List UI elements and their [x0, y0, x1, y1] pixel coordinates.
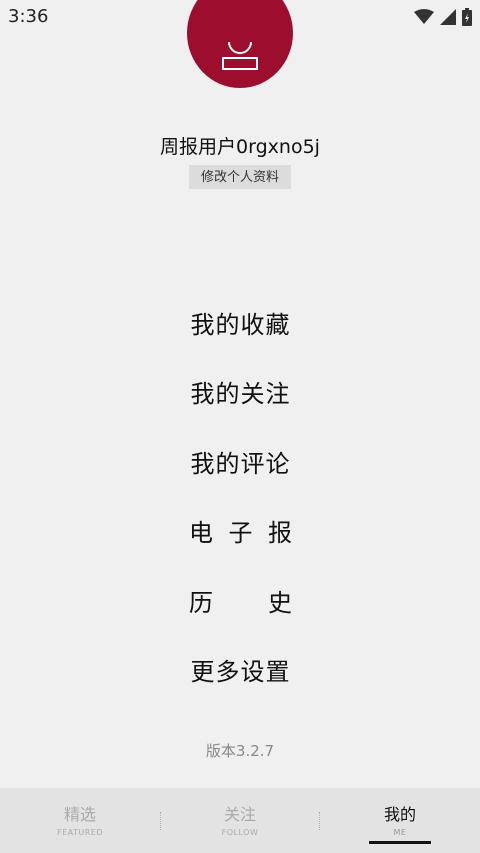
menu-char: 史: [268, 588, 292, 617]
version-text: 版本3.2.7: [205, 742, 275, 760]
menu-item-comments[interactable]: 我的评论: [189, 441, 292, 481]
status-time: 3:36: [8, 6, 49, 27]
avatar[interactable]: [187, 0, 293, 88]
menu-char: 报: [268, 518, 292, 547]
tab-divider: [319, 812, 320, 830]
tab-sublabel: FEATURED: [56, 828, 104, 837]
menu-item-e-newspaper[interactable]: 电 子 报: [189, 510, 292, 550]
wifi-icon: [414, 9, 434, 24]
tab-featured[interactable]: 精选 FEATURED: [0, 788, 160, 853]
edit-profile-button[interactable]: 修改个人资料: [189, 165, 291, 189]
tab-sublabel: ME: [393, 828, 407, 837]
user-icon: [222, 42, 258, 70]
menu-char: 电: [189, 518, 213, 547]
tab-sublabel: FOLLOW: [221, 828, 259, 837]
tab-label: 我的: [383, 805, 416, 824]
signal-icon: [440, 9, 456, 25]
menu-item-settings[interactable]: 更多设置: [189, 649, 292, 689]
menu-item-following[interactable]: 我的关注: [189, 371, 292, 411]
username: 周报用户0rgxno5j: [160, 136, 320, 158]
tab-label: 精选: [63, 805, 96, 824]
tab-label: 关注: [223, 805, 256, 824]
menu-item-favorites[interactable]: 我的收藏: [189, 302, 292, 342]
battery-icon: [462, 8, 472, 26]
tab-divider: [160, 812, 161, 830]
status-icons: [414, 8, 472, 26]
menu-item-history[interactable]: 历 史: [189, 580, 292, 620]
menu-char: 历: [189, 588, 213, 617]
tab-follow[interactable]: 关注 FOLLOW: [160, 788, 320, 853]
menu-char: 子: [228, 518, 253, 547]
active-tab-indicator: [369, 841, 431, 844]
